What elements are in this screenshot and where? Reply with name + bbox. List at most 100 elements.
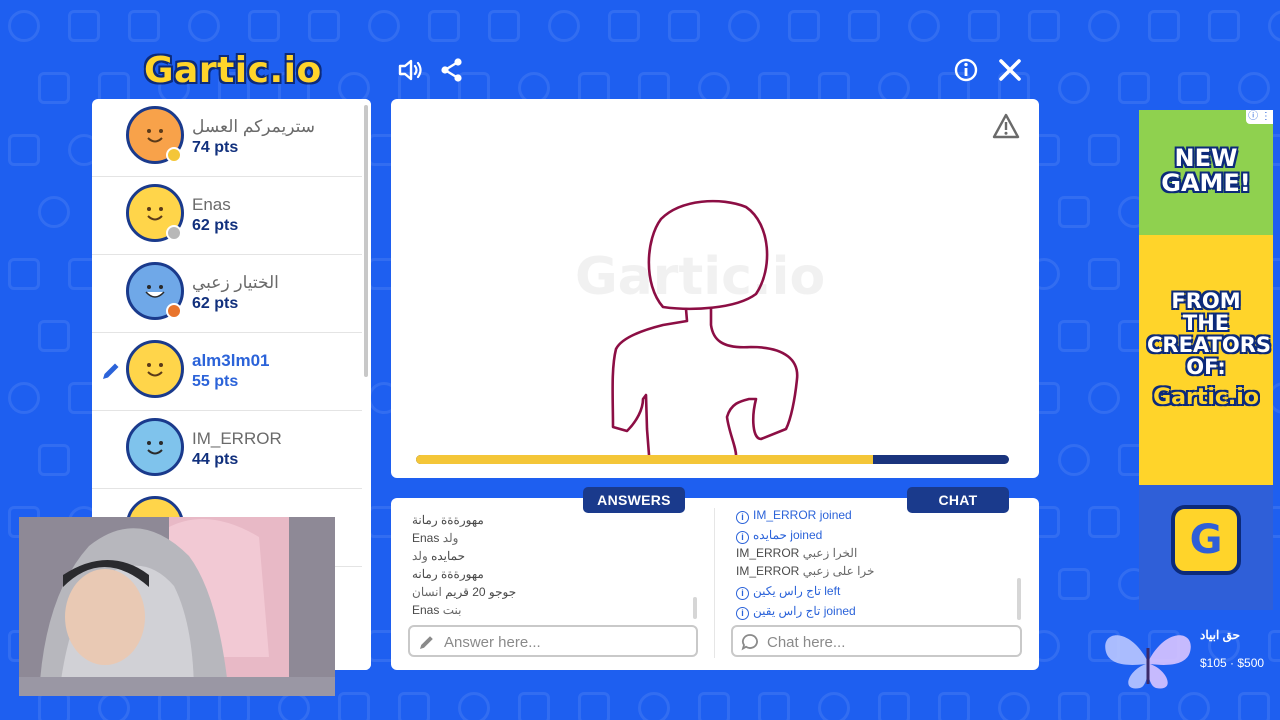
- background-doodle: [218, 692, 250, 720]
- gartic-logo[interactable]: Gartic.io: [144, 50, 322, 91]
- background-doodle: [578, 692, 610, 720]
- close-icon[interactable]: [996, 56, 1024, 84]
- background-doodle: [998, 692, 1030, 720]
- info-icon: i: [736, 587, 749, 600]
- background-doodle: [398, 692, 430, 720]
- answer-message: حمايده ولد: [412, 549, 466, 563]
- avatar: [126, 418, 184, 476]
- speaker-icon[interactable]: [396, 56, 424, 84]
- background-doodle: [638, 692, 670, 720]
- status-badge: [166, 225, 182, 241]
- donation-amount: $105 · $500: [1200, 656, 1265, 670]
- player-points: 74 pts: [192, 139, 239, 156]
- answer-field[interactable]: [408, 625, 698, 657]
- ad-subline: FROM THE CREATORS OF:: [1147, 289, 1272, 380]
- player-name: الختيار زعبي: [192, 273, 279, 292]
- answer-input[interactable]: [442, 631, 686, 653]
- background-doodle: [1088, 134, 1120, 166]
- ad-headline: NEW GAME!: [1161, 144, 1251, 198]
- ad-banner[interactable]: NEW GAME! FROM THE CREATORS OF: Gartic.i…: [1139, 110, 1273, 610]
- player-row[interactable]: الختيار زعبي 62 pts: [92, 255, 362, 333]
- background-doodle: [158, 692, 190, 720]
- answers-scrollbar[interactable]: [693, 597, 697, 619]
- info-icon: i: [736, 531, 749, 544]
- background-doodle: [368, 10, 400, 42]
- info-icon: i: [736, 607, 749, 620]
- background-doodle: [308, 10, 340, 42]
- butterfly-icon: [1105, 635, 1191, 689]
- chat-message: IM_ERROR الخرا زعبي: [736, 546, 858, 560]
- background-doodle: [818, 692, 850, 720]
- background-doodle: [458, 692, 490, 720]
- player-row[interactable]: ستريمركم العسل 74 pts: [92, 99, 362, 177]
- background-doodle: [1208, 10, 1240, 42]
- background-doodle: [1268, 10, 1280, 42]
- background-doodle: [728, 10, 760, 42]
- chat-system-message: i تاج راس يقين joined: [736, 604, 856, 620]
- background-doodle: [338, 692, 370, 720]
- background-doodle: [1238, 72, 1270, 104]
- chat-message: IM_ERROR خرا على زعبي: [736, 564, 875, 578]
- background-doodle: [428, 10, 460, 42]
- drawing-canvas[interactable]: Gartic.io: [391, 99, 1039, 478]
- chat-system-message: i حمايده joined: [736, 528, 822, 544]
- background-doodle: [1088, 10, 1120, 42]
- background-doodle: [908, 10, 940, 42]
- background-doodle: [38, 692, 70, 720]
- pencil-icon: [103, 363, 119, 379]
- background-doodle: [488, 10, 520, 42]
- background-doodle: [668, 10, 700, 42]
- chat-field[interactable]: [731, 625, 1022, 657]
- answers-list: مهورةةة رمانة Enas ولد حمايده ولد مهورةة…: [412, 513, 694, 623]
- background-doodle: [1118, 72, 1150, 104]
- pencil-icon: [420, 636, 433, 649]
- background-doodle: [1088, 382, 1120, 414]
- answer-message: مهورةةة رمانة: [412, 513, 484, 527]
- info-icon[interactable]: [952, 56, 980, 84]
- status-badge: [166, 147, 182, 163]
- donor-name: حق ابياد: [1200, 628, 1241, 642]
- answer-message: مهورةةة رمانه: [412, 567, 484, 581]
- background-doodle: [1058, 72, 1090, 104]
- player-row[interactable]: Enas 62 pts: [92, 177, 362, 255]
- background-doodle: [38, 72, 70, 104]
- background-doodle: [1148, 10, 1180, 42]
- player-row-drawing[interactable]: alm3lm01 55 pts: [92, 333, 362, 411]
- background-doodle: [878, 692, 910, 720]
- background-doodle: [968, 10, 1000, 42]
- player-name: IM_ERROR: [192, 429, 282, 448]
- players-scrollbar-thumb[interactable]: [364, 105, 368, 377]
- round-timer-fill: [416, 455, 873, 464]
- chat-system-message: i تاج راس يكين left: [736, 584, 840, 600]
- player-points: 55 pts: [192, 373, 239, 390]
- player-points: 44 pts: [192, 451, 239, 468]
- background-doodle: [1238, 692, 1270, 720]
- background-doodle: [278, 692, 310, 720]
- share-icon[interactable]: [438, 56, 466, 84]
- chat-scrollbar[interactable]: [1017, 578, 1021, 620]
- player-points: 62 pts: [192, 217, 239, 234]
- background-doodle: [1058, 196, 1090, 228]
- background-doodle: [188, 10, 220, 42]
- player-points: 62 pts: [192, 295, 239, 312]
- player-drawing: [611, 199, 799, 459]
- background-doodle: [98, 692, 130, 720]
- player-row[interactable]: IM_ERROR 44 pts: [92, 411, 362, 489]
- chat-list: i IM_ERROR joined i حمايده joined IM_ERROR…: [736, 508, 1018, 622]
- answer-message: جوجو 20 قريم انسان: [412, 585, 517, 599]
- panel-divider: [714, 508, 715, 658]
- background-doodle: [1178, 72, 1210, 104]
- chat-input[interactable]: [765, 631, 1009, 653]
- background-doodle: [938, 692, 970, 720]
- background-doodle: [518, 692, 550, 720]
- ad-choices-icon[interactable]: ⓘ ⋮: [1246, 110, 1273, 124]
- background-doodle: [1178, 692, 1210, 720]
- background-doodle: [1088, 258, 1120, 290]
- background-doodle: [788, 10, 820, 42]
- background-doodle: [38, 444, 70, 476]
- background-doodle: [1058, 320, 1090, 352]
- answer-message: Enas بنت: [412, 603, 462, 617]
- background-doodle: [8, 382, 40, 414]
- tab-answers[interactable]: ANSWERS: [583, 487, 685, 513]
- background-doodle: [1028, 10, 1060, 42]
